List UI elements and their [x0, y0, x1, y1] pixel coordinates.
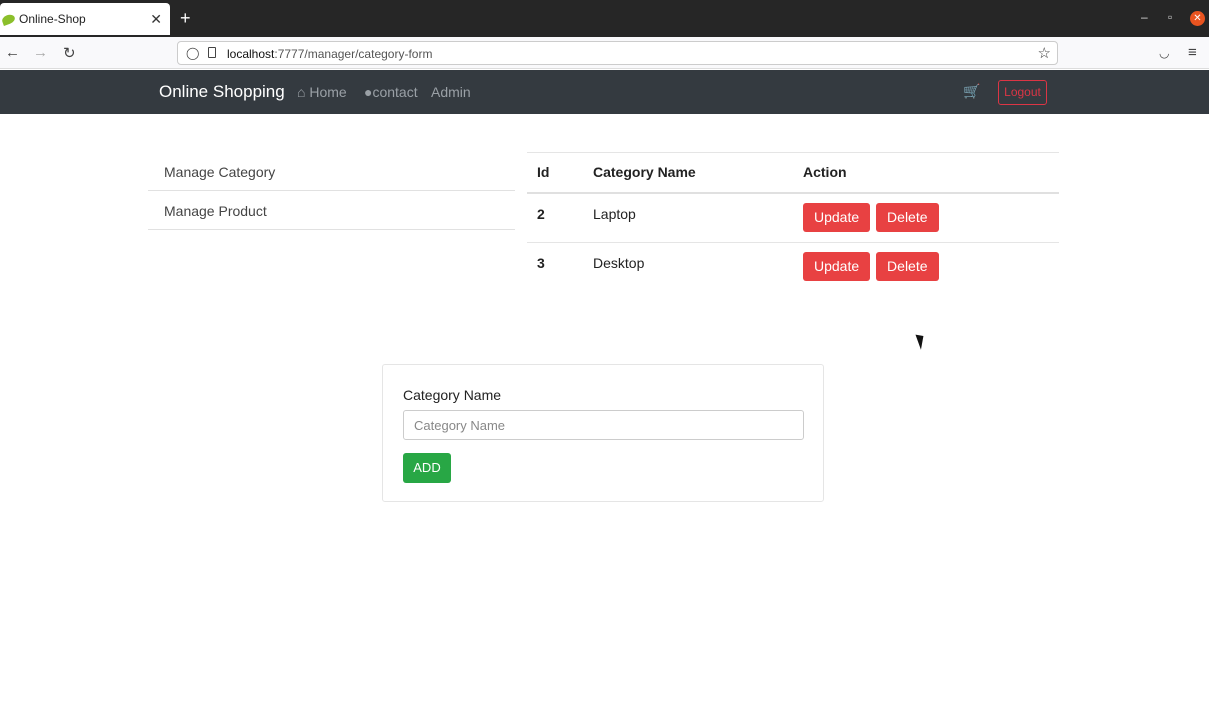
minimize-icon[interactable]: – — [1141, 10, 1148, 24]
url-text[interactable]: localhost:7777/manager/category-form — [227, 47, 432, 61]
browser-tab[interactable]: Online-Shop ✕ — [0, 3, 170, 35]
tab-close-icon[interactable]: ✕ — [150, 11, 162, 28]
category-table: Id Category Name Action 2 Laptop Update … — [527, 152, 1059, 293]
nav-home[interactable]: ⌂ Home — [297, 84, 347, 100]
cell-actions: Update Delete — [793, 242, 1059, 293]
window-close-icon[interactable]: ✕ — [1190, 11, 1205, 26]
new-tab-icon[interactable]: + — [180, 8, 191, 29]
nav-contact[interactable]: ●contact — [364, 84, 418, 100]
table-row: 2 Laptop Update Delete — [527, 192, 1059, 243]
header-id: Id — [527, 152, 583, 194]
pocket-icon[interactable]: ◡ — [1159, 46, 1169, 60]
site-navbar: Online Shopping ⌂ Home ●contact Admin 🛒 … — [0, 70, 1209, 114]
add-button[interactable]: ADD — [403, 453, 451, 483]
forward-icon[interactable]: → — [33, 44, 48, 61]
brand-link[interactable]: Online Shopping — [159, 82, 285, 102]
bookmark-star-icon[interactable]: ☆ — [1038, 44, 1051, 62]
cell-id: 2 — [527, 192, 583, 243]
cell-actions: Update Delete — [793, 192, 1059, 243]
cell-name: Laptop — [583, 192, 793, 243]
page-icon — [208, 47, 216, 58]
logout-button[interactable]: Logout — [998, 80, 1047, 105]
update-button[interactable]: Update — [803, 202, 871, 232]
url-bar[interactable]: ◯ localhost:7777/manager/category-form ☆ — [177, 41, 1058, 65]
back-icon[interactable]: ← — [5, 44, 20, 61]
sidebar-item-manage-category[interactable]: Manage Category — [148, 152, 515, 191]
category-name-input[interactable] — [403, 410, 804, 440]
browser-titlebar: Online-Shop ✕ + – ▫ ✕ — [0, 0, 1209, 37]
delete-button[interactable]: Delete — [876, 202, 939, 232]
menu-icon[interactable]: ≡ — [1188, 44, 1197, 61]
mouse-cursor-icon — [915, 332, 928, 350]
cart-icon[interactable]: 🛒 — [963, 83, 980, 100]
maximize-icon[interactable]: ▫ — [1168, 10, 1172, 24]
home-icon: ⌂ — [297, 84, 306, 100]
table-row: 3 Desktop Update Delete — [527, 242, 1059, 293]
reload-icon[interactable]: ↻ — [63, 44, 76, 62]
delete-button[interactable]: Delete — [876, 252, 939, 281]
update-button[interactable]: Update — [803, 252, 871, 281]
cell-name: Desktop — [583, 242, 793, 293]
favicon-leaf-icon — [0, 12, 17, 26]
sidebar-item-manage-product[interactable]: Manage Product — [148, 191, 515, 230]
header-category-name: Category Name — [583, 152, 793, 194]
nav-admin[interactable]: Admin — [431, 84, 471, 100]
cell-id: 3 — [527, 242, 583, 293]
shield-icon: ◯ — [186, 46, 200, 60]
tab-title: Online-Shop — [19, 12, 86, 26]
category-name-label: Category Name — [403, 387, 502, 403]
browser-navbar: ← → ↻ ◯ localhost:7777/manager/category-… — [0, 37, 1209, 69]
admin-sidebar: Manage Category Manage Product — [148, 152, 515, 230]
header-action: Action — [793, 152, 1059, 194]
category-form-card: Category Name ADD — [382, 364, 824, 502]
